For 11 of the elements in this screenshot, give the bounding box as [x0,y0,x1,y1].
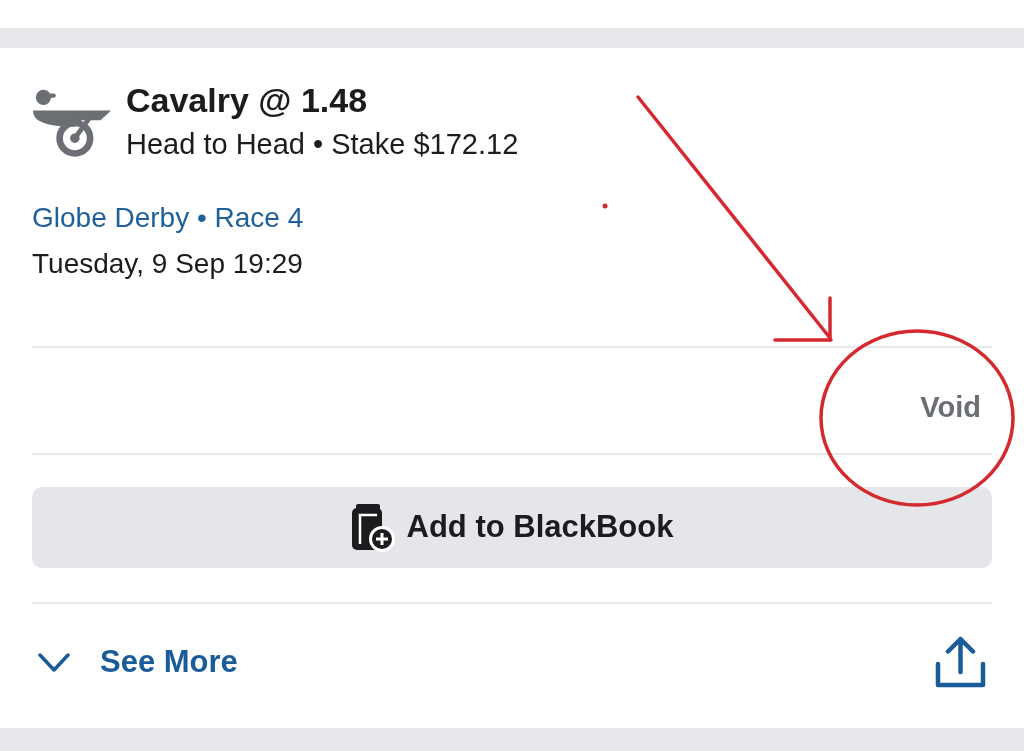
venue-link[interactable]: Globe Derby • Race 4 [32,201,304,235]
race-time: Tuesday, 9 Sep 19:29 [32,247,303,281]
result-status: Void [920,390,981,424]
see-more-button[interactable]: See More [38,638,238,686]
selection-title: Cavalry @ 1.48 [126,81,369,119]
share-icon [935,636,986,688]
bet-details: Head to Head • Stake $172.12 [126,127,519,162]
share-button[interactable] [935,636,986,688]
book-plus-icon [350,503,395,552]
blackbook-button[interactable]: Add to BlackBook [32,487,992,568]
annotation-dot [602,203,608,209]
